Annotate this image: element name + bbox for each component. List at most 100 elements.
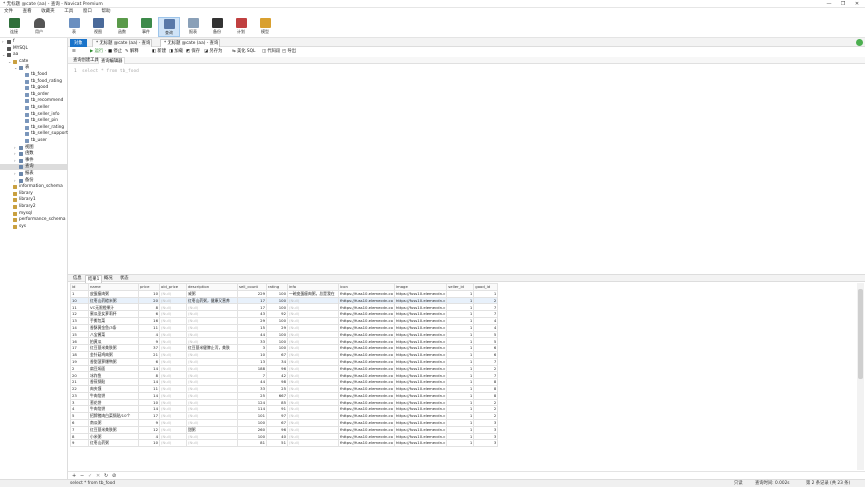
toolbar-event-button[interactable]: 事件	[135, 17, 157, 37]
tab-message[interactable]: 信息	[71, 275, 84, 282]
menu-view[interactable]: 查看	[19, 8, 36, 16]
table-cell[interactable]: https://fuss10.elemecdn.c	[393, 303, 448, 312]
table-cell[interactable]: 92	[266, 310, 288, 318]
table-cell[interactable]: 红枣山药糙米粥	[88, 296, 139, 305]
table-cell[interactable]: (Null)	[287, 296, 339, 305]
table-cell[interactable]: 10	[70, 296, 89, 305]
table-cell[interactable]: (Null)	[186, 303, 238, 312]
table-cell[interactable]: 金针菇鸡肉粥	[88, 350, 139, 359]
table-cell[interactable]: 6	[138, 357, 160, 366]
table-row[interactable]: 9 红枣山药粥 10 (Null) (Null) 81 51 (Null) fhttps://f…	[70, 439, 499, 448]
table-cell[interactable]: 3	[473, 425, 499, 434]
close-button[interactable]: ✕	[850, 0, 864, 8]
table-cell[interactable]: (Null)	[287, 412, 339, 420]
toolbar-table-button[interactable]: 表	[63, 17, 85, 37]
save-as-button[interactable]: ◪ 另存为	[204, 48, 222, 56]
scrollbar-thumb[interactable]	[858, 289, 863, 379]
table-row[interactable]: 6 南瓜粥 9 (Null) (Null) 100 67 (Null) fhttps://fus…	[70, 418, 499, 427]
table-row[interactable]: 20 冰炸鱼 8 (Null) (Null) 7 42 (Null) fhttps://fuss…	[70, 371, 499, 380]
table-cell[interactable]: (Null)	[186, 371, 238, 380]
table-cell[interactable]: (Null)	[159, 350, 187, 359]
tree-toggle-icon[interactable]: ›	[14, 172, 18, 176]
table-cell[interactable]: (Null)	[159, 371, 187, 380]
column-header[interactable]: image	[393, 283, 448, 291]
tree-toggle-icon[interactable]	[8, 218, 12, 222]
stop-button[interactable]: ■ 停止	[108, 48, 122, 56]
tab-status[interactable]: 状态	[118, 275, 131, 282]
table-cell[interactable]: (Null)	[287, 391, 339, 400]
tree-toggle-icon[interactable]: ›	[14, 145, 18, 150]
run-button[interactable]: ▶ 运行 ·	[90, 48, 106, 56]
table-cell[interactable]: 37	[138, 344, 160, 352]
table-cell[interactable]: 手撕包菜	[88, 316, 139, 325]
table-cell[interactable]: 10	[138, 398, 160, 407]
table-cell[interactable]: 牛肉馅饼	[88, 405, 139, 414]
tab-objects[interactable]: 对象	[70, 39, 87, 47]
table-cell[interactable]: fhttps://fuss10.elemecdn.co	[338, 303, 395, 312]
table-cell[interactable]: 1	[446, 398, 475, 407]
table-cell[interactable]: 5	[473, 337, 499, 346]
table-cell[interactable]: 14	[138, 391, 160, 400]
table-cell[interactable]: 85	[266, 398, 288, 407]
table-cell[interactable]: fhttps://fuss10.elemecdn.co	[338, 378, 395, 386]
tree-toggle-icon[interactable]: ›	[14, 158, 18, 163]
beautify-sql-button[interactable]: ⇆ 美化 SQL	[232, 48, 255, 56]
table-cell[interactable]: fhttps://fuss10.elemecdn.co	[338, 310, 395, 318]
table-cell[interactable]: 8	[70, 432, 89, 441]
tree-toggle-icon[interactable]	[8, 185, 12, 189]
tree-toggle-icon[interactable]	[20, 106, 24, 110]
table-cell[interactable]: (Null)	[186, 350, 238, 359]
table-cell[interactable]: (Null)	[287, 378, 339, 386]
column-header[interactable]: name	[88, 283, 139, 291]
table-cell[interactable]: 19	[70, 357, 89, 366]
table-cell[interactable]: 4	[473, 316, 499, 325]
table-cell[interactable]: 40	[266, 432, 288, 441]
table-cell[interactable]: 红枣山药粥，健康又营养	[186, 296, 238, 305]
tree-toggle-icon[interactable]	[8, 225, 12, 229]
table-cell[interactable]: https://fuss10.elemecdn.c	[393, 391, 448, 400]
table-cell[interactable]: 1	[70, 289, 89, 298]
table-cell[interactable]: 100	[266, 330, 288, 339]
table-cell[interactable]: 1	[446, 316, 475, 325]
column-header[interactable]: info	[287, 283, 339, 291]
table-cell[interactable]: 红枣山药粥	[88, 439, 139, 448]
table-cell[interactable]: https://fuss10.elemecdn.c	[393, 337, 448, 346]
table-cell[interactable]: 2	[70, 364, 89, 373]
table-cell[interactable]: 1	[446, 418, 475, 427]
table-cell[interactable]: (Null)	[159, 323, 187, 332]
table-cell[interactable]: (Null)	[287, 425, 339, 434]
table-cell[interactable]: 10	[138, 289, 160, 298]
toolbar-query-button[interactable]: 查询	[158, 17, 180, 37]
table-cell[interactable]: fhttps://fuss10.elemecdn.co	[338, 398, 395, 407]
table-cell[interactable]: (Null)	[186, 412, 238, 420]
table-cell[interactable]: (Null)	[159, 398, 187, 407]
tree-item[interactable]: information_schema	[0, 184, 68, 190]
table-cell[interactable]: (Null)	[287, 405, 339, 414]
table-cell[interactable]: 11	[70, 303, 89, 312]
tab-query-builder[interactable]: 查询创建工具	[71, 57, 101, 64]
tree-toggle-icon[interactable]	[8, 198, 12, 202]
table-cell[interactable]: (Null)	[159, 364, 187, 373]
table-cell[interactable]: (Null)	[287, 371, 339, 380]
table-cell[interactable]: 1	[446, 432, 475, 441]
tab-result-1[interactable]: 结果1	[85, 275, 103, 283]
table-cell[interactable]: 17	[237, 296, 267, 305]
table-cell[interactable]: (Null)	[159, 289, 187, 298]
table-cell[interactable]: 1	[473, 289, 499, 298]
table-cell[interactable]: https://fuss10.elemecdn.c	[393, 398, 448, 407]
table-cell[interactable]: https://fuss10.elemecdn.c	[393, 384, 448, 393]
table-cell[interactable]: 7	[237, 371, 267, 380]
tree-item[interactable]: › 视图	[0, 145, 68, 151]
table-cell[interactable]: https://fuss10.elemecdn.c	[393, 289, 448, 298]
table-cell[interactable]: 114	[237, 405, 267, 414]
table-cell[interactable]: 6	[138, 310, 160, 318]
table-cell[interactable]: (Null)	[287, 344, 339, 352]
table-cell[interactable]: 51	[266, 439, 288, 448]
table-cell[interactable]: (Null)	[159, 330, 187, 339]
table-cell[interactable]: https://fuss10.elemecdn.c	[393, 418, 448, 427]
table-cell[interactable]: 12	[70, 310, 89, 318]
table-cell[interactable]: 11	[138, 323, 160, 332]
table-cell[interactable]: fhttps://fuss10.elemecdn.co	[338, 432, 395, 441]
table-cell[interactable]: https://fuss10.elemecdn.c	[393, 296, 448, 305]
table-row[interactable]: 15 八宝酱菜 4 (Null) (Null) 44 100 (Null) fhttps://f…	[70, 330, 499, 339]
